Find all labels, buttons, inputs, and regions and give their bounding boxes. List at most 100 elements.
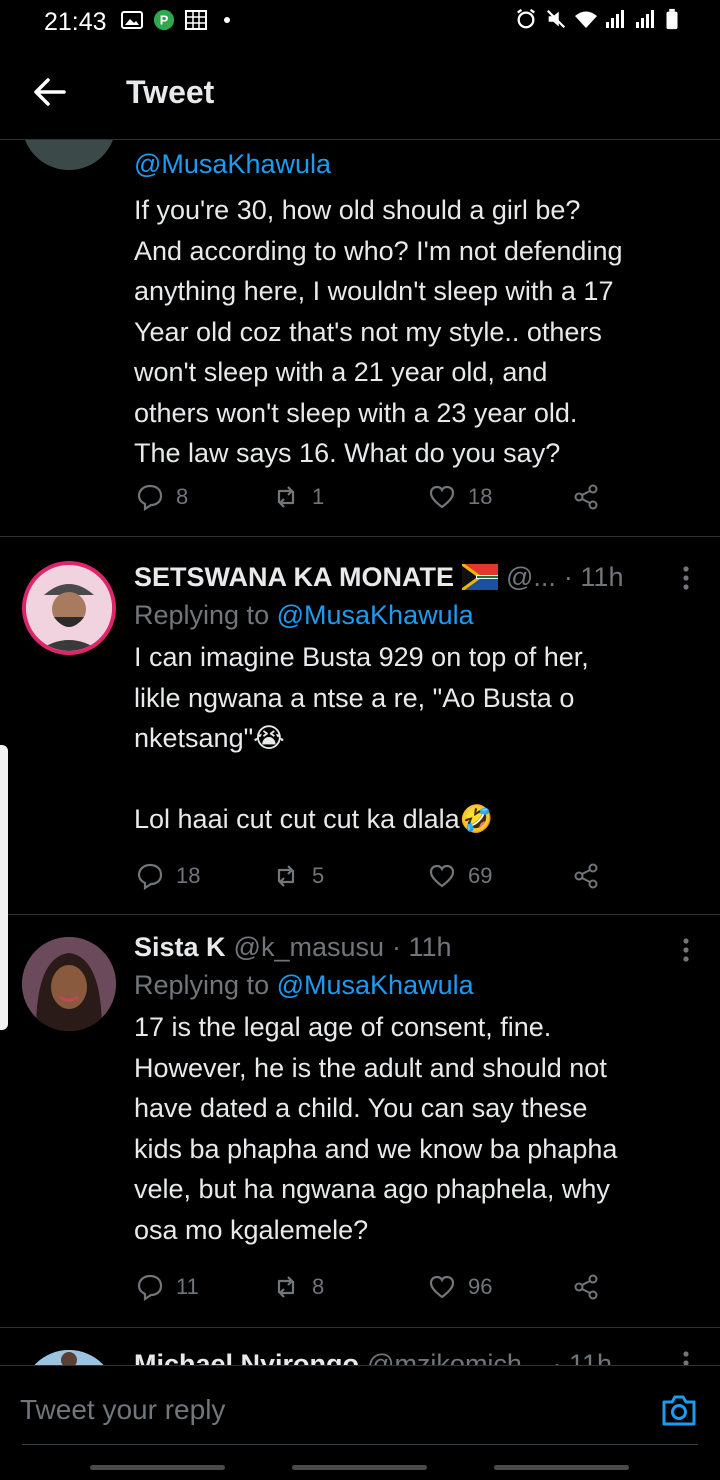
share-button[interactable] [572, 483, 600, 511]
replying-to-handle[interactable]: @MusaKhawula [277, 600, 474, 630]
app-p-icon: P [153, 9, 175, 31]
more-options-icon[interactable] [680, 1350, 692, 1365]
avatar-image [22, 140, 116, 170]
tweet-actions: 11 8 96 [136, 1273, 616, 1309]
avatar-image [22, 1350, 116, 1365]
tweet-card[interactable]: Michael Nyirongo @mzikomich... · 11h [0, 1328, 720, 1365]
south-africa-flag-icon [462, 564, 498, 590]
like-button[interactable]: 18 [428, 483, 492, 511]
tweet-text-line: vele, but ha ngwana ago phaphela, why [134, 1174, 610, 1204]
replying-to-label: Replying to [134, 970, 270, 1000]
tweet-text-line: have dated a child. You can say these [134, 1093, 588, 1123]
tweet-text-line: likle ngwana a ntse a re, "Ao Busta o [134, 682, 575, 713]
share-icon [574, 484, 598, 510]
nav-bar-segment [494, 1465, 629, 1470]
tweet-time: · 11h [552, 1349, 613, 1365]
more-options-icon[interactable] [680, 937, 692, 967]
reply-feed: @MusaKhawula If you're 30, how old shoul… [0, 140, 720, 1365]
tweet-text-line: Year old coz that's not my style.. other… [134, 316, 602, 347]
retweet-count: 5 [312, 863, 325, 888]
reply-input[interactable]: Tweet your reply [20, 1394, 225, 1426]
tweet-handle[interactable]: @... [506, 559, 556, 595]
tweet-body: Sista K @k_masusu · 11h Replying to @Mus… [134, 929, 700, 1250]
retweet-icon [277, 865, 295, 887]
heart-icon [429, 864, 455, 888]
avatar[interactable] [22, 1350, 116, 1365]
avatar[interactable] [22, 140, 116, 170]
alarm-icon [517, 8, 535, 29]
tweet-text-line: I can imagine Busta 929 on top of her, [134, 642, 589, 672]
retweet-icon [277, 1276, 295, 1298]
retweet-button[interactable]: 5 [272, 862, 324, 890]
tweet-text-line: And according to who? I'm not defending [134, 235, 623, 266]
page-title: Tweet [126, 74, 215, 110]
share-icon [574, 1274, 598, 1300]
screen: 21:43 P Tweet @MusaKhawula If you're 30,… [0, 0, 720, 1480]
replying-to-handle[interactable]: @MusaKhawula [277, 970, 474, 1000]
reply-count: 18 [176, 863, 201, 888]
tweet-text-line: anything here, I wouldn't sleep with a 1… [134, 276, 614, 306]
more-notifications-dot [224, 17, 230, 23]
tweet-handle[interactable]: @MusaKhawula [134, 144, 700, 184]
tweet-card[interactable]: SETSWANA KA MONATE @... · 11h Replying t… [0, 537, 720, 915]
tweet-text-line: kids ba phapha and we know ba phapha [134, 1133, 618, 1164]
tweet-time: · 11h [563, 562, 624, 592]
retweet-count: 8 [312, 1274, 325, 1299]
more-options-icon[interactable] [680, 565, 692, 595]
tweet-text-line: Lol haai cut cut cut ka dlala🤣 [134, 804, 494, 834]
like-button[interactable]: 96 [428, 1273, 492, 1301]
reply-count: 8 [176, 484, 189, 509]
tweet-text: 17 is the legal age of consent, fine. Ho… [134, 1007, 700, 1250]
signal-icon [606, 10, 624, 28]
retweet-button[interactable]: 8 [272, 1273, 324, 1301]
reply-button[interactable]: 18 [136, 862, 200, 890]
reply-button[interactable]: 11 [136, 1273, 199, 1301]
camera-icon[interactable] [660, 1392, 698, 1428]
reply-icon [137, 863, 163, 890]
tweet-text-line: However, he is the adult and should not [134, 1052, 607, 1083]
avatar[interactable] [22, 561, 116, 655]
retweet-count: 1 [312, 484, 325, 509]
like-button[interactable]: 69 [428, 862, 492, 890]
tweet-author-line: Sista K @k_masusu · 11h [134, 929, 700, 965]
tweet-text-line: others won't sleep with a 23 year old. [134, 397, 578, 428]
mute-icon [546, 9, 566, 29]
tweet-text-line: 17 is the legal age of consent, fine. [134, 1012, 552, 1042]
reply-count: 11 [176, 1274, 199, 1299]
display-name[interactable]: SETSWANA KA MONATE [134, 559, 454, 595]
top-app-bar: Tweet [0, 44, 720, 140]
reply-icon [137, 1274, 163, 1301]
retweet-button[interactable]: 1 [272, 483, 324, 511]
replying-to-line: Replying to @MusaKhawula [134, 595, 700, 635]
share-icon [574, 863, 598, 889]
share-button[interactable] [572, 1273, 600, 1301]
like-count: 69 [468, 863, 493, 888]
gallery-icon [121, 11, 143, 29]
avatar[interactable] [22, 937, 116, 1031]
avatar-image [22, 937, 116, 1031]
tweet-text-line: If you're 30, how old should a girl be? [134, 195, 581, 225]
tweet-text-line [134, 759, 700, 800]
display-name[interactable]: Sista K [134, 929, 226, 965]
tweet-card[interactable]: @MusaKhawula If you're 30, how old shoul… [0, 140, 720, 537]
svg-text:P: P [160, 13, 169, 28]
share-button[interactable] [572, 862, 600, 890]
reply-composer-bar: Tweet your reply [0, 1365, 720, 1480]
tweet-handle[interactable]: @k_masusu [234, 929, 384, 965]
reply-button[interactable]: 8 [136, 483, 188, 511]
tweet-author-line: Michael Nyirongo @mzikomich... · 11h [134, 1346, 700, 1365]
tweet-card[interactable]: Sista K @k_masusu · 11h Replying to @Mus… [0, 915, 720, 1328]
status-time: 21:43 [44, 8, 107, 36]
edge-panel-handle[interactable] [0, 745, 8, 1030]
system-icons [514, 8, 680, 30]
grid-app-icon [185, 10, 207, 30]
heart-icon [429, 1275, 455, 1299]
tweet-time: · 11h [392, 932, 452, 962]
display-name[interactable]: Michael Nyirongo [134, 1346, 359, 1365]
tweet-text-line: The law says 16. What do you say? [134, 438, 561, 468]
signal-2-icon [636, 10, 654, 28]
tweet-handle[interactable]: @mzikomich... [367, 1346, 544, 1365]
wifi-icon [575, 11, 597, 28]
like-count: 96 [468, 1274, 493, 1299]
back-arrow-icon[interactable] [30, 74, 70, 110]
